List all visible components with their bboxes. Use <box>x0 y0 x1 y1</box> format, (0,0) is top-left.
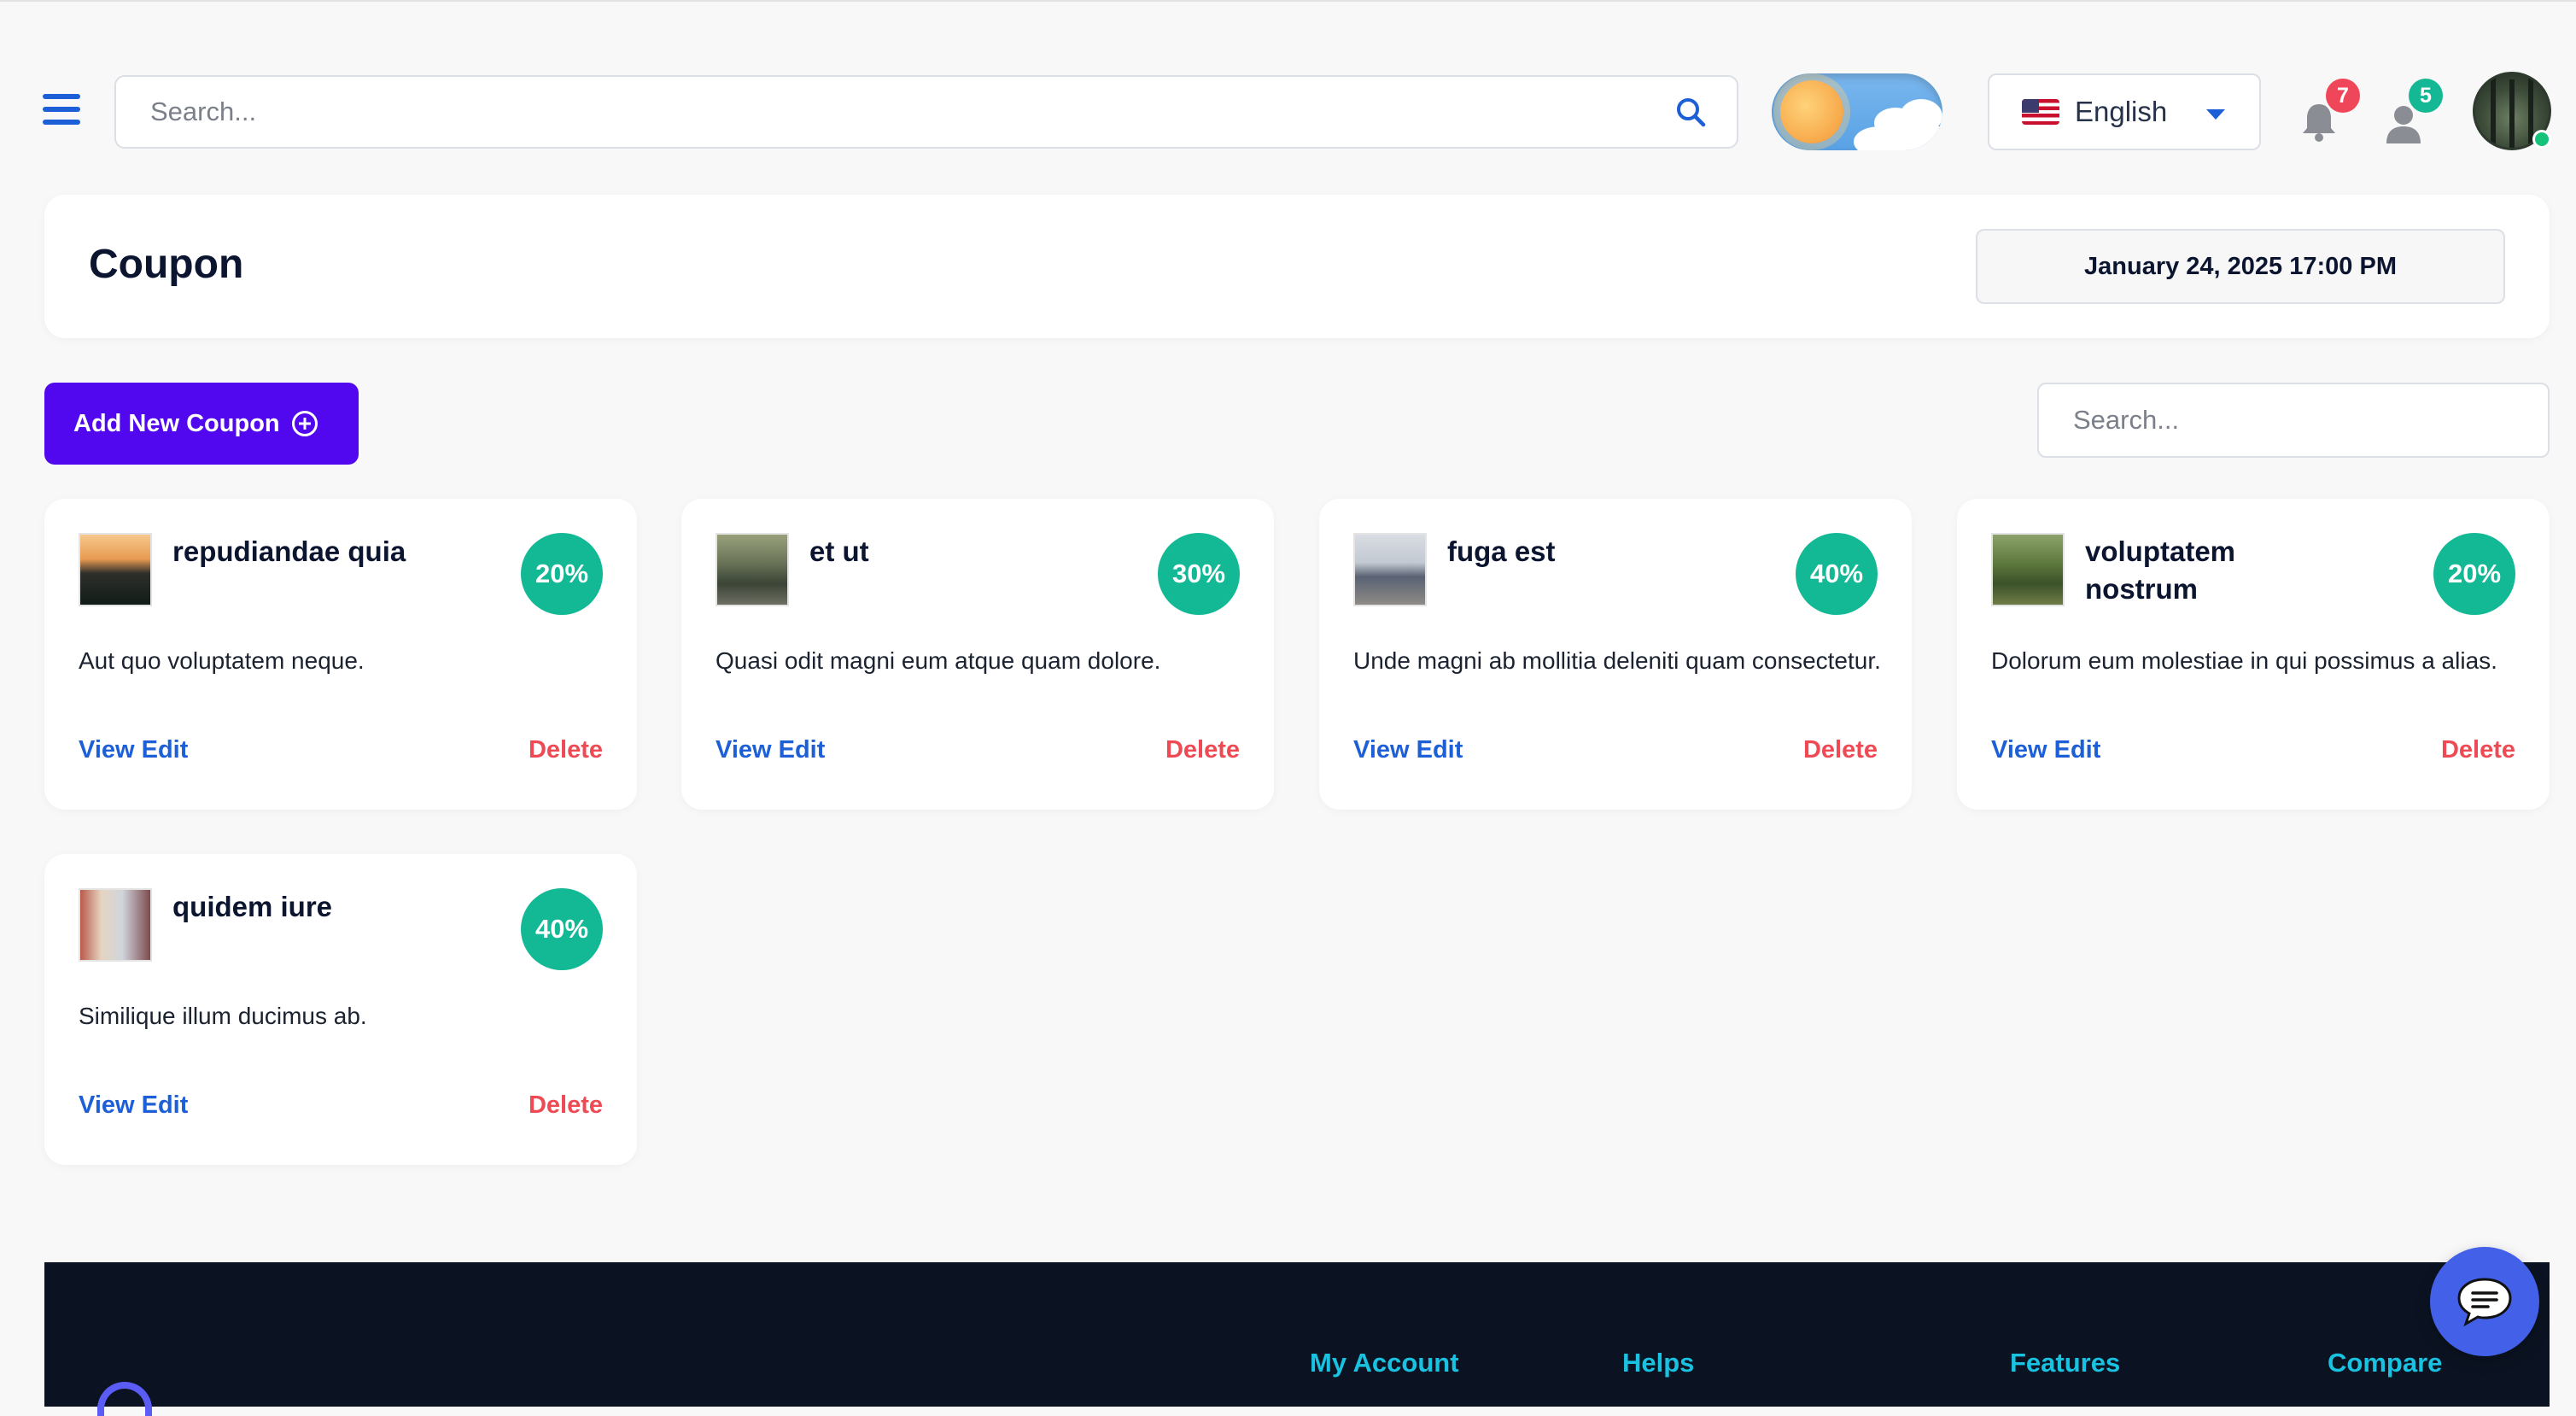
logo-icon <box>97 1382 152 1416</box>
discount-badge: 40% <box>1796 533 1878 615</box>
coupon-description: Quasi odit magni eum atque quam dolore. <box>716 647 1161 674</box>
plus-circle-icon <box>291 411 318 436</box>
coupon-thumbnail <box>79 533 152 606</box>
discount-badge: 40% <box>521 888 603 970</box>
discount-badge: 20% <box>2433 533 2515 615</box>
footer-link-compare[interactable]: Compare <box>2328 1348 2442 1378</box>
sun-icon <box>1780 80 1843 143</box>
global-search[interactable] <box>114 75 1738 149</box>
coupon-card: et ut 30% Quasi odit magni eum atque qua… <box>681 499 1274 810</box>
coupon-name: quidem iure <box>172 891 333 922</box>
view-edit-link[interactable]: View Edit <box>79 736 188 764</box>
coupon-thumbnail <box>79 888 152 962</box>
delete-link[interactable]: Delete <box>529 736 603 764</box>
coupon-name: et ut <box>809 535 869 567</box>
footer: My Account Helps Features Compare <box>44 1262 2550 1416</box>
coupon-description: Similique illum ducimus ab. <box>79 1003 367 1029</box>
discount-badge: 20% <box>521 533 603 615</box>
flag-us-icon <box>2022 99 2059 125</box>
menu-icon[interactable] <box>43 94 80 125</box>
footer-link-my-account[interactable]: My Account <box>1310 1348 1459 1378</box>
search-icon[interactable] <box>1674 95 1708 129</box>
add-coupon-button[interactable]: Add New Coupon <box>44 383 359 465</box>
coupon-card: voluptatem nostrum 20% Dolorum eum moles… <box>1957 499 2550 810</box>
online-status-dot <box>2532 130 2551 149</box>
notifications-badge: 7 <box>2326 79 2360 113</box>
page-title: Coupon <box>89 242 244 287</box>
footer-link-helps[interactable]: Helps <box>1622 1348 1694 1378</box>
user-requests-badge: 5 <box>2409 79 2443 113</box>
coupon-name: voluptatem nostrum <box>2085 535 2236 605</box>
coupon-card: fuga est 40% Unde magni ab mollitia dele… <box>1319 499 1912 810</box>
view-edit-link[interactable]: View Edit <box>1991 736 2100 764</box>
language-select[interactable]: English <box>1988 73 2261 150</box>
coupon-description: Unde magni ab mollitia deleniti quam con… <box>1353 647 1881 674</box>
coupon-name: repudiandae quia <box>172 535 406 567</box>
coupon-card: repudiandae quia 20% Aut quo voluptatem … <box>44 499 637 810</box>
view-edit-link[interactable]: View Edit <box>1353 736 1463 764</box>
language-label: English <box>2075 96 2168 127</box>
delete-link[interactable]: Delete <box>1165 736 1240 764</box>
view-edit-link[interactable]: View Edit <box>716 736 825 764</box>
theme-toggle[interactable] <box>1772 73 1942 150</box>
coupon-thumbnail <box>1991 533 2065 606</box>
coupon-search-input[interactable] <box>2037 383 2550 458</box>
coupon-thumbnail <box>716 533 789 606</box>
coupon-thumbnail <box>1353 533 1427 606</box>
footer-link-features[interactable]: Features <box>2010 1348 2120 1378</box>
coupon-name: fuga est <box>1447 535 1556 567</box>
coupon-description: Aut quo voluptatem neque. <box>79 647 365 674</box>
view-edit-link[interactable]: View Edit <box>79 1091 188 1120</box>
top-border <box>0 0 2576 2</box>
add-coupon-label: Add New Coupon <box>73 409 280 437</box>
page-header-card: Coupon January 24, 2025 17:00 PM <box>44 195 2550 338</box>
delete-link[interactable]: Delete <box>529 1091 603 1120</box>
chat-icon <box>2457 1278 2512 1327</box>
global-search-input[interactable] <box>116 77 1674 147</box>
chat-button[interactable] <box>2430 1247 2539 1356</box>
delete-link[interactable]: Delete <box>2441 736 2515 764</box>
delete-link[interactable]: Delete <box>1803 736 1878 764</box>
coupon-card: quidem iure 40% Similique illum ducimus … <box>44 854 637 1165</box>
caret-down-icon <box>2206 109 2225 120</box>
discount-badge: 30% <box>1158 533 1240 615</box>
coupon-description: Dolorum eum molestiae in qui possimus a … <box>1991 647 2497 674</box>
datetime-display: January 24, 2025 17:00 PM <box>1976 229 2505 304</box>
